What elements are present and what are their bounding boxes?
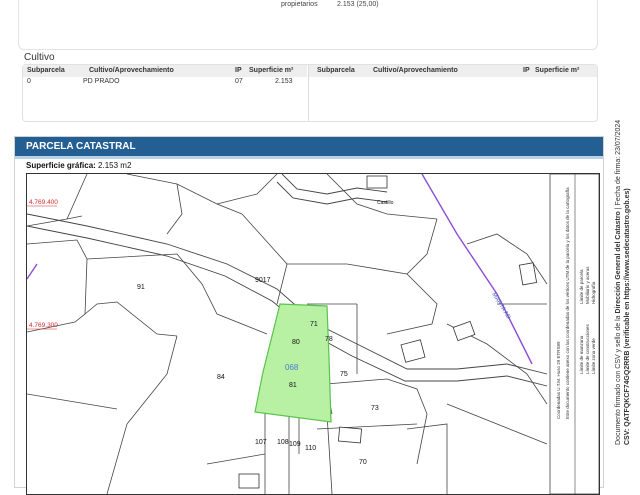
- parcel-73: 73: [371, 405, 379, 412]
- highlight-number: 81: [289, 382, 297, 389]
- propietarios-value: 2.153 (25,00): [337, 1, 379, 8]
- parcel-108: 108: [277, 439, 289, 446]
- table-divider: [308, 65, 309, 121]
- side-line-1-prefix: Documento firmado con CSV y sello de la: [615, 315, 622, 445]
- side-line-2: CSV: QATFQKCF74GQ2RRB (verificable en ht…: [623, 120, 632, 445]
- parcela-header: PARCELA CATASTRAL: [15, 137, 603, 159]
- coord-mid: 4.769.300: [29, 322, 58, 329]
- parcela-title: PARCELA CATASTRAL: [26, 141, 136, 152]
- cultivo-title: Cultivo: [24, 52, 55, 63]
- cultivo-header-left: Subparcela Cultivo/Aprovechamiento IP Su…: [23, 65, 307, 77]
- side-text: Documento firmado con CSV y sello de la …: [614, 120, 632, 445]
- legend-item-1: Límite de manzana: [579, 335, 584, 374]
- cell-subparcela: 0: [27, 78, 31, 85]
- superficie-grafica: Superficie gráfica: 2.153 m2: [26, 161, 131, 170]
- side-line-1-bold: Dirección General del Catastro: [615, 211, 622, 314]
- top-info-box: propietarios 2.153 (25,00): [18, 0, 598, 50]
- cultivo-table: Subparcela Cultivo/Aprovechamiento IP Su…: [22, 64, 598, 122]
- parcel-80: 80: [292, 339, 300, 346]
- coord-top: 4.769.400: [29, 199, 58, 206]
- parcel-110: 110: [305, 445, 316, 452]
- parcel-107: 107: [255, 439, 267, 446]
- side-line-1-date: Fecha de firma: 23/07/2024: [615, 119, 622, 206]
- header-cultivo: Cultivo/Aprovechamiento: [373, 67, 458, 74]
- header-ip: IP: [235, 67, 242, 74]
- parcel-75: 75: [340, 371, 348, 378]
- cultivo-header-right: Subparcela Cultivo/Aprovechamiento IP Su…: [309, 65, 597, 77]
- highlight-code: 068: [285, 363, 299, 372]
- legend-item-6: Hidrografía: [591, 281, 596, 304]
- header-superficie: Superficie m²: [535, 67, 580, 74]
- parcel-109: 109: [289, 441, 301, 448]
- parcel-70: 70: [359, 459, 367, 466]
- cell-cultivo: PD PRADO: [83, 78, 120, 85]
- legend-item-2: Límite de parcela: [579, 269, 584, 304]
- legend-note-2: Este documento contiene anexo con las co…: [565, 187, 570, 419]
- header-cultivo: Cultivo/Aprovechamiento: [89, 67, 174, 74]
- parcela-catastral-panel: PARCELA CATASTRAL Superficie gráfica: 2.…: [14, 136, 604, 495]
- parcel-71: 71: [310, 321, 318, 328]
- coordinates: 4.769.400 4.769.300: [27, 199, 58, 330]
- header-subparcela: Subparcela: [27, 67, 65, 74]
- header-subparcela: Subparcela: [317, 67, 355, 74]
- side-signature-note: Documento firmado con CSV y sello de la …: [610, 60, 634, 450]
- parcel-78: 78: [325, 336, 333, 343]
- propietarios-label: propietarios: [281, 1, 318, 8]
- legend-item-3: Límite de construcciones: [585, 323, 590, 374]
- castillo-label: Castillo: [377, 200, 394, 206]
- superficie-label: Superficie gráfica:: [26, 161, 96, 170]
- legend-note: Coordenadas U.T.M. Huso 29 ETRS89: [556, 341, 561, 419]
- road-name: MARTA AD: [490, 292, 511, 321]
- legend-item-5: Límite zona verde: [591, 338, 596, 374]
- parcel-84: 84: [217, 374, 225, 381]
- road-label: 9017: [255, 277, 271, 284]
- header-ip: IP: [523, 67, 530, 74]
- side-line-2-text: CSV: QATFQKCF74GQ2RRB (verificable en ht…: [624, 188, 631, 445]
- cell-superficie: 2.153: [275, 78, 293, 85]
- side-line-1-sep: |: [615, 205, 622, 210]
- legend-item-4: Mobiliario y aceras: [585, 266, 590, 304]
- parcel-91: 91: [137, 284, 145, 291]
- map-svg: 4.769.400 4.769.300 068 81 91 84 80 78 7…: [27, 174, 599, 494]
- superficie-value: 2.153 m2: [98, 161, 132, 170]
- side-line-1: Documento firmado con CSV y sello de la …: [614, 120, 623, 445]
- cell-ip: 07: [235, 78, 243, 85]
- cadastral-map[interactable]: 4.769.400 4.769.300 068 81 91 84 80 78 7…: [26, 173, 600, 495]
- header-superficie: Superficie m²: [249, 67, 294, 74]
- map-legend: Coordenadas U.T.M. Huso 29 ETRS89 Este d…: [549, 174, 599, 494]
